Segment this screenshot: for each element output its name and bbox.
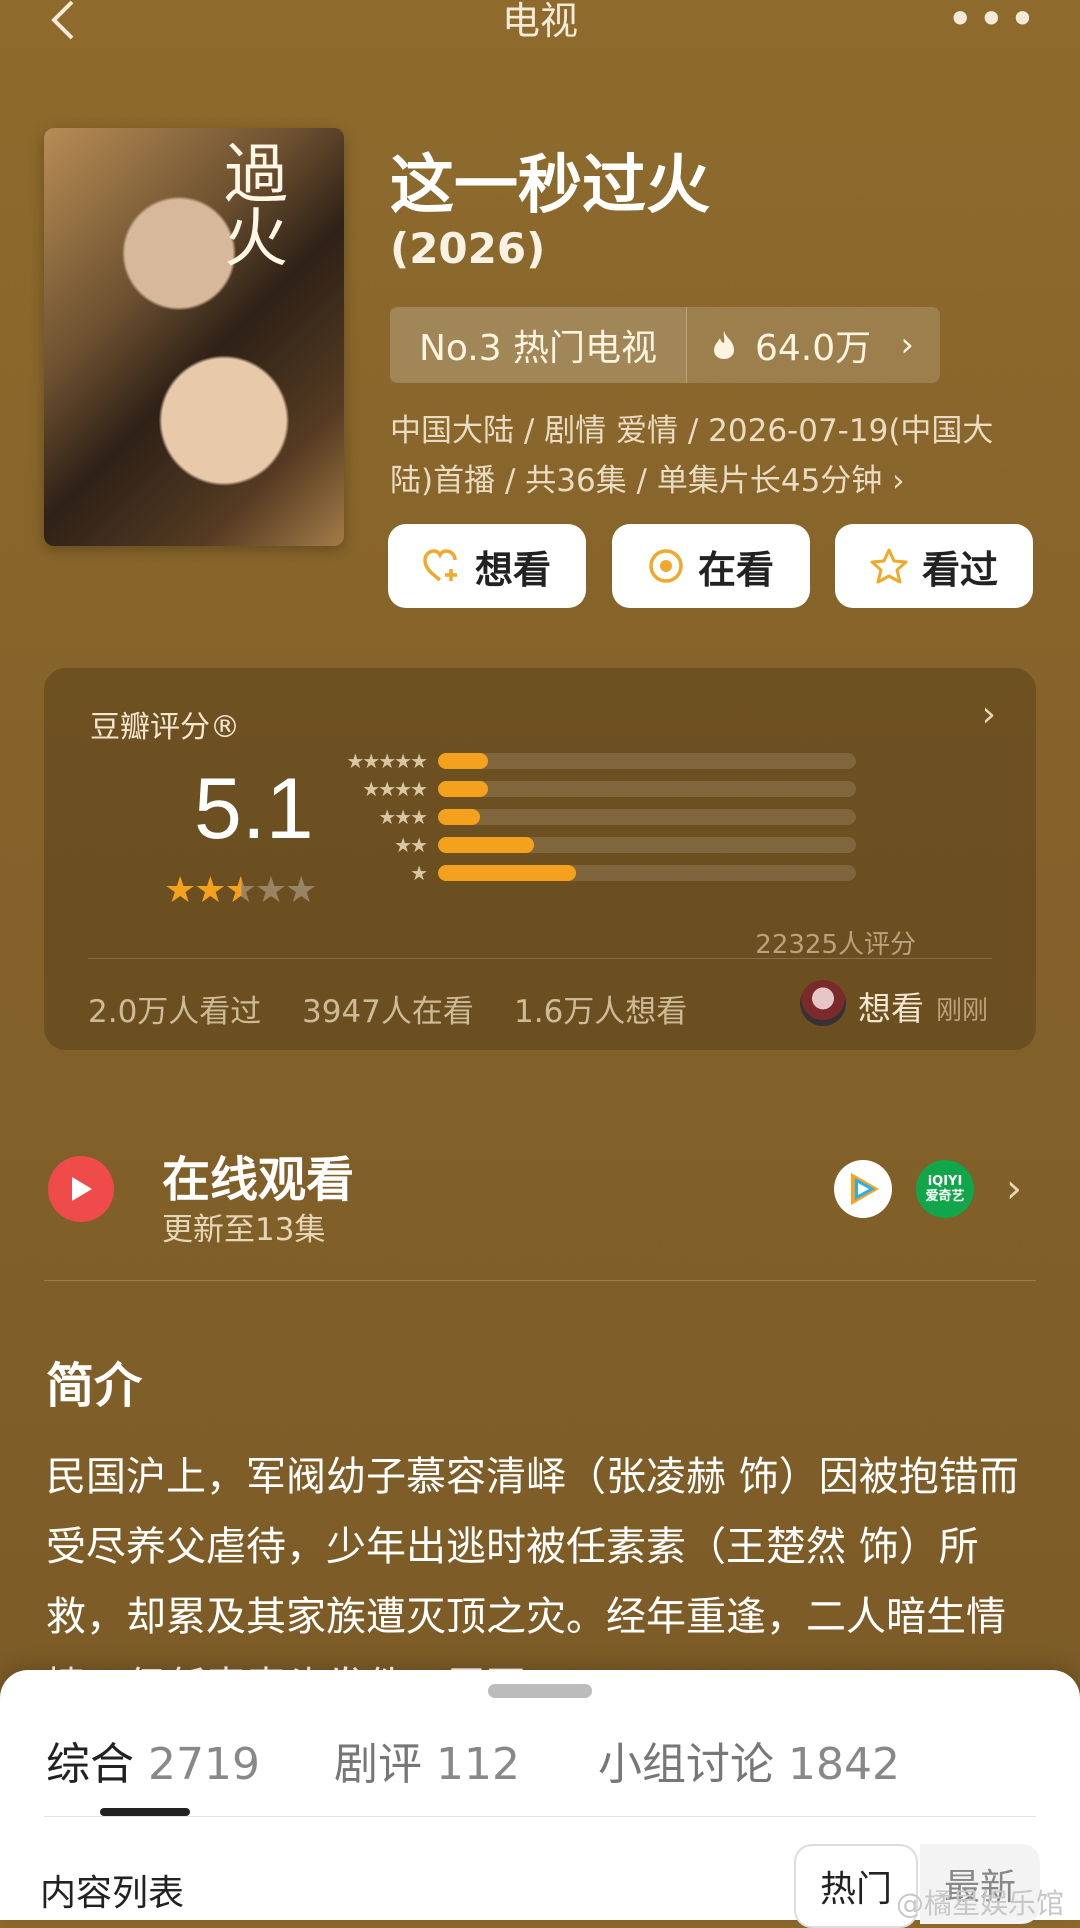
intro-text[interactable]: 民国沪上，军阀幼子慕容清峄（张凌赫 饰）因被抱错而受尽养父虐待，少年出逃时被任素…: [46, 1442, 1041, 1692]
bar-track: [438, 781, 856, 797]
rating-score: 5.1: [194, 761, 314, 857]
stat-watching[interactable]: 3947人在看: [302, 986, 474, 1031]
watermark: @橘星娱乐馆: [896, 1887, 1065, 1920]
tab-indicator: [100, 1808, 190, 1816]
friend-action: 想看: [858, 989, 924, 1028]
divider: [88, 958, 992, 959]
rating-count: 22325人评分: [755, 930, 916, 960]
poster-image[interactable]: 過火: [44, 128, 344, 546]
rating-bar-row: ★★★: [314, 805, 856, 829]
chevron-right-icon: ›: [900, 325, 914, 365]
rank-badge[interactable]: No.3 热门电视 64.0万 ›: [390, 307, 940, 383]
poster-logo: 過火: [213, 140, 287, 268]
tab-count: 1842: [788, 1739, 900, 1790]
bar-fill: [438, 809, 480, 825]
star-icon: ★: [224, 870, 257, 911]
iqiyi-logo-cn: 爱奇艺: [925, 1189, 965, 1204]
watching-label: 在看: [697, 547, 774, 592]
friend-time: 刚刚: [936, 996, 989, 1026]
stat-watched[interactable]: 2.0万人看过: [88, 986, 261, 1031]
divider: [44, 1280, 1036, 1281]
chevron-right-icon[interactable]: ›: [982, 694, 996, 735]
content-list-label: 内容列表: [40, 1873, 185, 1914]
watched-label: 看过: [921, 547, 998, 592]
divider: [44, 1816, 1036, 1817]
bar-track: [438, 865, 856, 881]
bar-stars: ★★★: [378, 805, 428, 829]
rank-label: No.3 热门电视: [390, 307, 687, 383]
tab-group-discussion[interactable]: 小组讨论 1842: [598, 1728, 900, 1792]
watching-button[interactable]: 在看: [612, 524, 810, 608]
iqiyi-logo-text: iQIYI: [927, 1174, 963, 1189]
tab-reviews[interactable]: 剧评 112: [334, 1728, 520, 1792]
bar-stars: ★★★★★: [346, 749, 428, 773]
bar-fill: [438, 837, 535, 853]
play-icon[interactable]: [48, 1156, 114, 1222]
want-label: 想看: [474, 547, 551, 592]
bar-track: [438, 809, 856, 825]
average-stars: ★★★★★: [164, 870, 317, 911]
bar-stars: ★★: [394, 833, 428, 857]
heat-indicator[interactable]: 64.0万 ›: [687, 319, 940, 371]
rating-label: 豆瓣评分®: [90, 710, 240, 745]
tab-all[interactable]: 综合 2719: [46, 1728, 260, 1792]
show-meta[interactable]: 中国大陆 / 剧情 爱情 / 2026-07-19(中国大陆)首播 / 共36集…: [390, 406, 1030, 506]
chevron-right-icon[interactable]: ›: [1006, 1166, 1022, 1212]
more-dots-icon[interactable]: •••: [947, 0, 1040, 46]
bar-stars: ★★★★: [362, 777, 428, 801]
target-icon: [649, 549, 683, 583]
star-icon: ★: [194, 870, 226, 911]
tab-label: 综合: [46, 1739, 134, 1790]
bar-fill: [438, 781, 489, 797]
tencent-video-icon[interactable]: [834, 1160, 892, 1218]
show-title: 这一秒过火: [390, 149, 710, 223]
bar-track: [438, 837, 856, 853]
watched-button[interactable]: 看过: [835, 524, 1033, 608]
flame-icon: [714, 331, 734, 359]
star-icon: ★: [254, 870, 287, 911]
bar-stars: ★: [410, 861, 428, 885]
rating-bar-row: ★: [314, 861, 856, 885]
bottom-sheet[interactable]: 综合 2719 剧评 112 小组讨论 1842 内容列表 最新 热门 @橘星娱…: [0, 1670, 1080, 1928]
avatar[interactable]: [800, 980, 846, 1026]
rating-card[interactable]: 豆瓣评分® › 5.1 ★★★★★ 22325人评分 2.0万人看过 3947人…: [44, 668, 1036, 1050]
online-watch-title[interactable]: 在线观看: [162, 1140, 354, 1210]
tab-label: 小组讨论: [598, 1739, 774, 1790]
drag-handle[interactable]: [488, 1684, 592, 1698]
tab-label: 剧评: [334, 1739, 422, 1790]
online-watch-subtitle: 更新至13集: [162, 1212, 326, 1248]
tab-count: 2719: [148, 1739, 260, 1790]
star-icon: ★: [164, 870, 196, 911]
rating-bar-row: ★★★★★: [314, 749, 856, 773]
rating-bar-row: ★★: [314, 833, 856, 857]
page-title: 电视: [501, 0, 578, 43]
show-year: (2026): [390, 224, 546, 273]
heart-plus-icon: [423, 549, 457, 582]
rating-bar-row: ★★★★: [314, 777, 856, 801]
bar-fill: [438, 865, 576, 881]
stat-wish[interactable]: 1.6万人想看: [514, 986, 687, 1031]
heat-value: 64.0万: [755, 328, 872, 369]
bar-track: [438, 753, 856, 769]
star-outline-icon: [870, 548, 908, 584]
intro-heading: 简介: [46, 1358, 143, 1414]
tab-count: 112: [436, 1739, 520, 1790]
bar-fill: [438, 753, 489, 769]
want-to-watch-button[interactable]: 想看: [388, 524, 586, 608]
star-icon: ★: [285, 870, 317, 911]
iqiyi-icon[interactable]: iQIYI 爱奇艺: [916, 1160, 974, 1218]
